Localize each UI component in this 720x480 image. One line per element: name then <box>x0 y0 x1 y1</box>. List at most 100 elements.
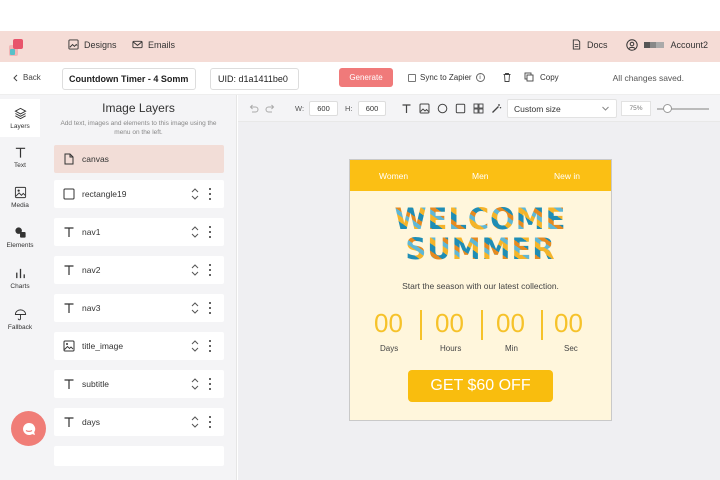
nav-designs-label: Designs <box>84 39 117 50</box>
add-rectangle-icon[interactable] <box>455 103 466 114</box>
sync-zapier-toggle[interactable]: Sync to Zapier i <box>408 73 485 82</box>
more-menu-icon[interactable] <box>208 188 212 200</box>
add-image-icon[interactable] <box>419 103 430 114</box>
layer-name: nav2 <box>82 265 101 275</box>
nav-designs[interactable]: Designs <box>68 39 117 50</box>
rail-text[interactable]: Text <box>0 138 40 176</box>
nav-docs[interactable]: Docs <box>571 39 608 50</box>
days-label: Days <box>380 344 399 353</box>
document-icon <box>572 39 581 50</box>
nav-emails-label: Emails <box>148 39 176 50</box>
undo-icon[interactable] <box>248 103 259 114</box>
reorder-icon[interactable] <box>190 188 200 200</box>
layer-name: canvas <box>82 154 109 164</box>
account-name: Account2 <box>670 40 708 50</box>
nav-docs-label: Docs <box>587 39 608 50</box>
back-button[interactable]: Back <box>12 73 41 82</box>
rail-media[interactable]: Media <box>0 178 40 216</box>
email-nav-men[interactable]: Men <box>472 171 489 181</box>
layer-item-nav1[interactable]: nav1 <box>54 218 224 246</box>
minutes-value[interactable]: 00 <box>496 308 525 339</box>
layer-item-days[interactable]: days <box>54 408 224 436</box>
more-menu-icon[interactable] <box>208 264 212 276</box>
redo-icon[interactable] <box>265 103 276 114</box>
info-icon[interactable]: i <box>475 73 485 82</box>
grid-icon[interactable] <box>473 103 484 114</box>
chart-icon <box>15 268 25 278</box>
timer-separator <box>481 310 483 340</box>
user-icon <box>626 39 639 51</box>
text-icon <box>63 264 75 276</box>
hours-label: Hours <box>440 344 462 353</box>
chevron-left-icon <box>13 74 18 81</box>
layer-name: nav1 <box>82 227 101 237</box>
app-logo-icon[interactable] <box>6 37 26 57</box>
umbrella-icon <box>14 308 26 320</box>
reorder-icon[interactable] <box>190 416 200 428</box>
layer-item-nav2[interactable]: nav2 <box>54 256 224 284</box>
layer-item-nav3[interactable]: nav3 <box>54 294 224 322</box>
countdown-timer[interactable]: 00 00 00 00 <box>350 308 611 348</box>
more-menu-icon[interactable] <box>208 340 212 352</box>
reorder-icon[interactable] <box>190 264 200 276</box>
layer-name: title_image <box>82 341 124 351</box>
width-label: W: <box>295 104 305 113</box>
minutes-label: Min <box>505 344 518 353</box>
size-preset-select[interactable]: Custom size <box>507 99 617 118</box>
email-nav-women[interactable]: Women <box>379 171 408 181</box>
chat-widget-button[interactable] <box>11 411 46 446</box>
timer-separator <box>541 310 543 340</box>
reorder-icon[interactable] <box>190 378 200 390</box>
layers-title: Image Layers <box>102 101 175 115</box>
account-menu[interactable]: Account2 <box>626 39 708 51</box>
text-icon <box>15 147 25 158</box>
rail-elements-label: Elements <box>6 241 34 249</box>
reorder-icon[interactable] <box>190 226 200 238</box>
cta-button[interactable]: GET $60 OFF <box>408 370 553 402</box>
nav-emails[interactable]: Emails <box>132 39 175 50</box>
email-nav-bar[interactable]: Women Men New in <box>350 160 611 191</box>
email-subtitle[interactable]: Start the season with our latest collect… <box>350 281 611 291</box>
add-circle-icon[interactable] <box>437 103 448 114</box>
template-name-input[interactable]: Countdown Timer - 4 Somm <box>62 68 196 90</box>
layer-item-subtitle[interactable]: subtitle <box>54 370 224 398</box>
rail-fallback[interactable]: Fallback <box>0 300 40 338</box>
title-line-2: SUMMER <box>405 232 556 266</box>
timer-separator <box>420 310 422 340</box>
more-menu-icon[interactable] <box>208 226 212 238</box>
layer-item-rectangle19[interactable]: rectangle19 <box>54 180 224 208</box>
title-image[interactable]: WELCOME SUMMER <box>350 204 611 264</box>
reorder-icon[interactable] <box>190 302 200 314</box>
more-menu-icon[interactable] <box>208 416 212 428</box>
days-value[interactable]: 00 <box>374 308 403 339</box>
hours-value[interactable]: 00 <box>435 308 464 339</box>
layer-item-title-image[interactable]: title_image <box>54 332 224 360</box>
width-input[interactable]: 600 <box>309 101 338 116</box>
email-nav-new-in[interactable]: New in <box>554 171 580 181</box>
more-menu-icon[interactable] <box>208 378 212 390</box>
rail-elements[interactable]: Elements <box>0 218 40 256</box>
layers-icon <box>13 107 27 119</box>
generate-button[interactable]: Generate <box>339 68 393 87</box>
uid-field[interactable]: UID: d1a1411be0 <box>210 68 299 90</box>
more-menu-icon[interactable] <box>208 302 212 314</box>
magic-wand-icon[interactable] <box>491 103 502 114</box>
zoom-level[interactable]: 75% <box>621 101 651 116</box>
layer-item-canvas[interactable]: canvas <box>54 145 224 173</box>
height-label: H: <box>345 104 353 113</box>
rail-charts[interactable]: Charts <box>0 259 40 297</box>
zoom-slider-handle[interactable] <box>662 104 672 113</box>
trash-icon[interactable] <box>502 72 512 82</box>
sync-checkbox[interactable] <box>408 73 416 82</box>
reorder-icon[interactable] <box>190 340 200 352</box>
height-input[interactable]: 600 <box>358 101 386 116</box>
rail-media-label: Media <box>11 201 29 209</box>
layers-description: Add text, images and elements to this im… <box>60 120 217 136</box>
add-text-icon[interactable] <box>401 103 412 114</box>
layer-item-partial[interactable] <box>54 446 224 466</box>
email-canvas[interactable]: Women Men New in WELCOME SUMMER Start th… <box>349 159 612 421</box>
copy-button[interactable]: Copy <box>524 72 559 82</box>
rail-layers[interactable]: Layers <box>0 99 40 137</box>
account-avatar-redacted <box>644 42 665 48</box>
seconds-value[interactable]: 00 <box>554 308 583 339</box>
